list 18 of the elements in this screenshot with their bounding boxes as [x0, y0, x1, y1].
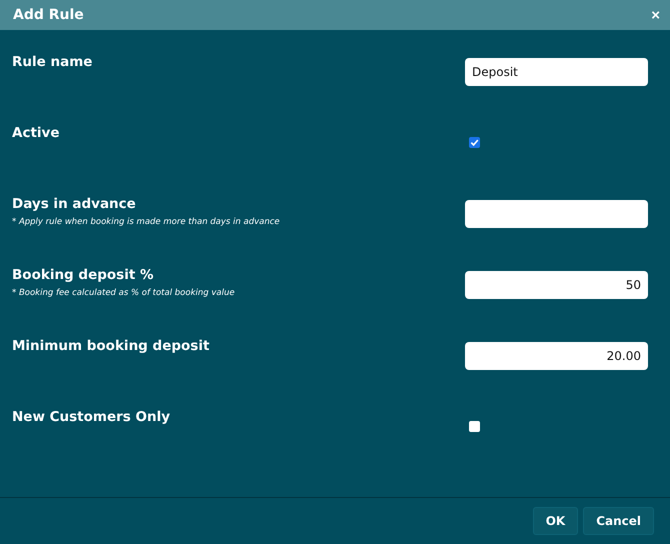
field-label: New Customers Only	[12, 409, 170, 425]
field-label: Days in advance	[12, 196, 137, 212]
input-field[interactable]	[465, 200, 648, 228]
checkbox[interactable]	[469, 137, 480, 148]
dialog-button[interactable]: Cancel	[583, 507, 654, 535]
input-field[interactable]: 20.00	[465, 342, 648, 370]
hint-text: * Booking fee calculated as % of total booking value	[12, 288, 235, 298]
window-title: Add Rule	[13, 7, 84, 23]
checkbox[interactable]	[469, 421, 480, 432]
close-button[interactable]: ×	[651, 6, 660, 24]
field-label: Rule name	[12, 54, 92, 70]
input-field[interactable]: 50	[465, 271, 648, 299]
field-label: Minimum booking deposit	[12, 338, 210, 354]
input-field[interactable]: Deposit	[465, 58, 648, 86]
hint-text: * Apply rule when booking is made more than days in advance	[12, 217, 280, 227]
field-label: Active	[12, 125, 60, 141]
dialog-button[interactable]: OK	[532, 507, 578, 535]
field-label: Booking deposit %	[12, 267, 155, 283]
